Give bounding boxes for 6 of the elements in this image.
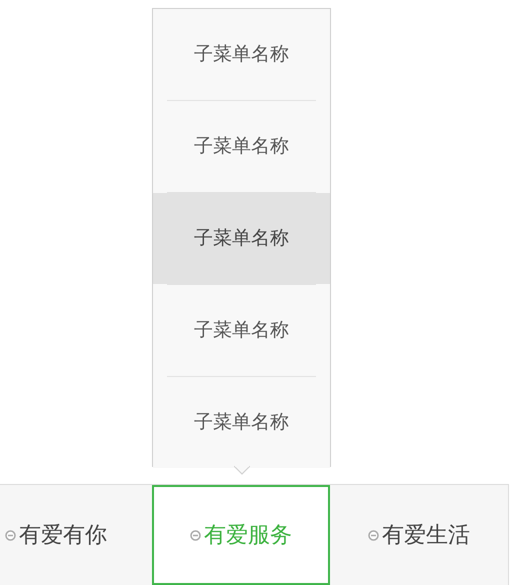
tab[interactable]: 有爱生活 [330,485,508,585]
minus-circle-icon [190,530,201,540]
minus-circle-icon [5,530,16,540]
submenu-item[interactable]: 子菜单名称 [153,193,330,284]
minus-circle-icon [368,530,379,540]
tab[interactable]: 有爱有你 [0,485,152,585]
